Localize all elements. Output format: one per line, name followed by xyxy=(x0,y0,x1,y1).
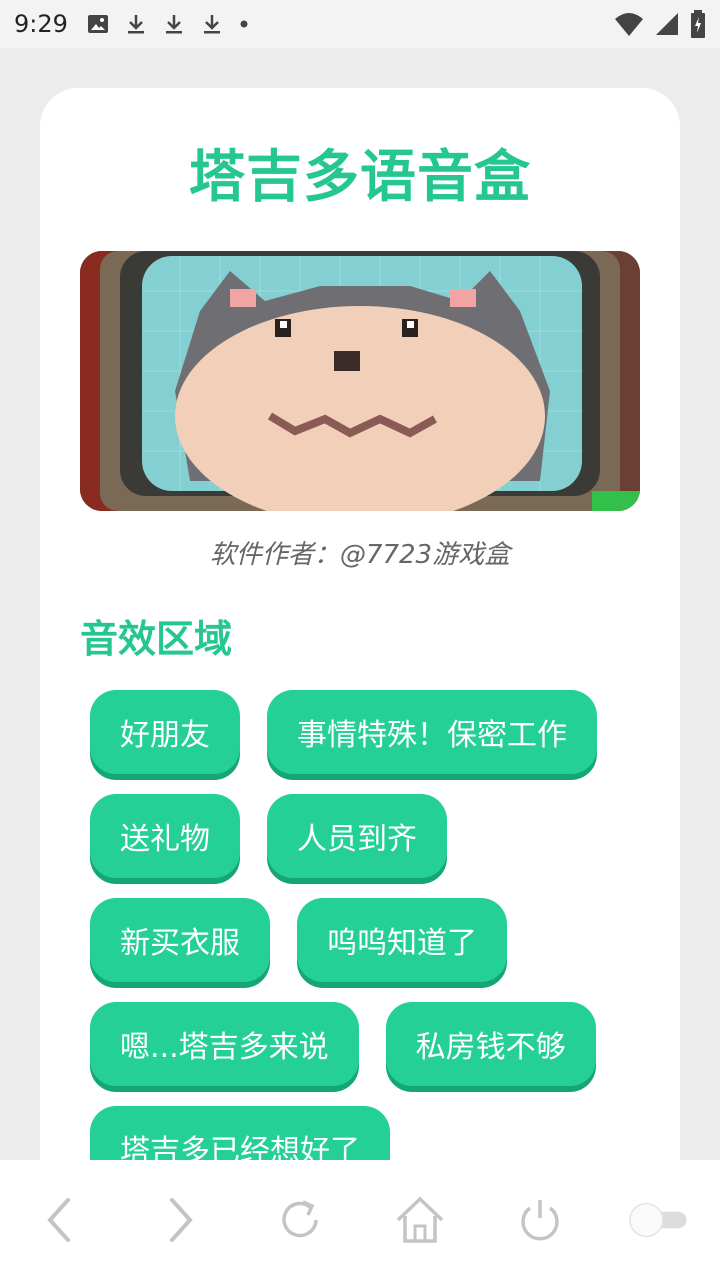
power-button[interactable] xyxy=(508,1188,572,1252)
sound-button[interactable]: 新买衣服 xyxy=(90,898,270,982)
forward-button[interactable] xyxy=(148,1188,212,1252)
sound-button[interactable]: 送礼物 xyxy=(90,794,240,878)
home-button[interactable] xyxy=(388,1188,452,1252)
toggle-icon xyxy=(629,1202,687,1238)
sound-button[interactable]: 好朋友 xyxy=(90,690,240,774)
sound-button-list: 好朋友 事情特殊！保密工作 送礼物 人员到齐 新买衣服 呜呜知道了 嗯...塔吉… xyxy=(90,690,650,1160)
main-card: 塔吉多语音盒 软件作者：@7723游戏盒 音效区域 好朋友 事情特殊！保密工作 … xyxy=(40,88,680,1160)
refresh-icon xyxy=(282,1200,318,1238)
back-button[interactable] xyxy=(28,1188,92,1252)
signal-icon xyxy=(656,13,678,35)
sound-button[interactable]: 事情特殊！保密工作 xyxy=(267,690,597,774)
bottom-nav-bar xyxy=(0,1160,720,1280)
back-icon xyxy=(47,1198,70,1242)
pixel-hamster-illustration xyxy=(80,251,640,511)
sound-button[interactable]: 塔吉多已经想好了 xyxy=(90,1106,390,1160)
wifi-icon xyxy=(615,13,643,36)
home-icon xyxy=(396,1196,444,1243)
status-bar: 9:29 xyxy=(0,0,720,48)
download-icon xyxy=(203,15,220,34)
power-icon xyxy=(521,1200,559,1241)
app-title: 塔吉多语音盒 xyxy=(189,145,531,210)
sound-button[interactable]: 嗯...塔吉多来说 xyxy=(90,1002,359,1086)
sound-button[interactable]: 人员到齐 xyxy=(267,794,447,878)
content-area[interactable]: 塔吉多语音盒 软件作者：@7723游戏盒 音效区域 好朋友 事情特殊！保密工作 … xyxy=(0,48,720,1160)
sound-button[interactable]: 私房钱不够 xyxy=(385,1002,596,1086)
battery-charging-icon xyxy=(691,10,705,38)
author-credit: 软件作者：@7723游戏盒 xyxy=(209,540,511,570)
forward-icon xyxy=(170,1198,193,1242)
toggle-switch[interactable] xyxy=(628,1188,692,1252)
download-icon xyxy=(165,15,182,34)
image-icon xyxy=(87,15,108,33)
dot-icon xyxy=(240,20,248,28)
download-icon xyxy=(127,15,144,34)
section-title: 音效区域 xyxy=(80,617,233,661)
status-time: 9:29 xyxy=(14,10,68,38)
sound-button[interactable]: 呜呜知道了 xyxy=(297,898,507,982)
refresh-button[interactable] xyxy=(268,1188,332,1252)
banner-image xyxy=(80,251,640,511)
